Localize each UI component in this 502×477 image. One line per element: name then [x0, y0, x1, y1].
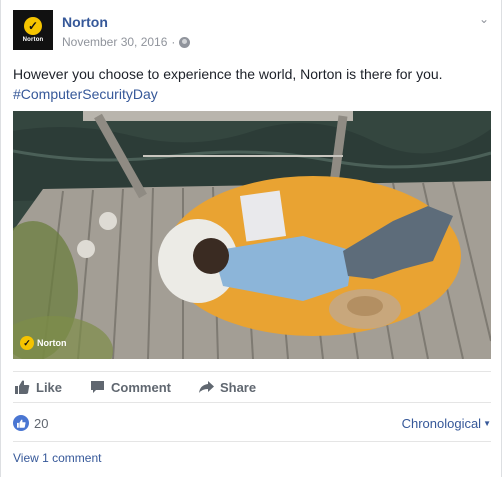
avatar-brand-text: Norton	[22, 37, 44, 43]
like-button[interactable]: Like	[15, 380, 62, 395]
divider	[13, 441, 491, 442]
facebook-post: ✓ Norton Norton November 30, 2016 · ⌄ Ho…	[0, 0, 502, 477]
norton-check-icon: ✓	[24, 17, 42, 35]
meta-separator: ·	[171, 35, 176, 49]
caret-down-icon: ▼	[483, 418, 491, 428]
thumbs-up-icon	[15, 380, 30, 394]
view-comments-link[interactable]: View 1 comment	[13, 451, 101, 465]
norton-check-icon: ✓	[20, 336, 34, 350]
post-meta: November 30, 2016 ·	[62, 34, 191, 50]
chevron-down-icon[interactable]: ⌄	[479, 12, 489, 26]
photo-norton-logo: ✓ Norton	[20, 336, 67, 350]
like-count[interactable]: 20	[13, 415, 48, 431]
post-text: However you choose to experience the wor…	[13, 66, 443, 82]
like-count-number: 20	[34, 415, 49, 431]
post-date[interactable]: November 30, 2016	[62, 34, 167, 50]
post-photo[interactable]: ✓ Norton	[13, 111, 491, 359]
like-reaction-icon	[13, 415, 29, 431]
comment-button[interactable]: Comment	[90, 380, 171, 395]
comment-label: Comment	[111, 379, 171, 395]
photo-logo-text: Norton	[37, 338, 67, 348]
post-actions-bar: Like Comment Share	[13, 371, 491, 403]
page-avatar[interactable]: ✓ Norton	[13, 10, 53, 50]
post-meta-block: Norton November 30, 2016 ·	[62, 10, 191, 50]
share-icon	[198, 381, 214, 393]
comment-sort-dropdown[interactable]: Chronological ▼	[402, 416, 491, 431]
photo-illustration	[13, 111, 491, 359]
post-header: ✓ Norton Norton November 30, 2016 ·	[13, 10, 191, 50]
post-message: However you choose to experience the wor…	[13, 64, 491, 104]
share-label: Share	[219, 379, 257, 395]
share-button[interactable]: Share	[198, 379, 257, 395]
page-name-link[interactable]: Norton	[62, 13, 190, 31]
comment-icon	[91, 381, 105, 393]
sort-label: Chronological	[401, 415, 482, 431]
hashtag-link[interactable]: #ComputerSecurityDay	[13, 84, 491, 104]
reactions-row: 20 Chronological ▼	[13, 412, 491, 434]
globe-icon[interactable]	[179, 36, 191, 48]
like-label: Like	[36, 379, 63, 395]
